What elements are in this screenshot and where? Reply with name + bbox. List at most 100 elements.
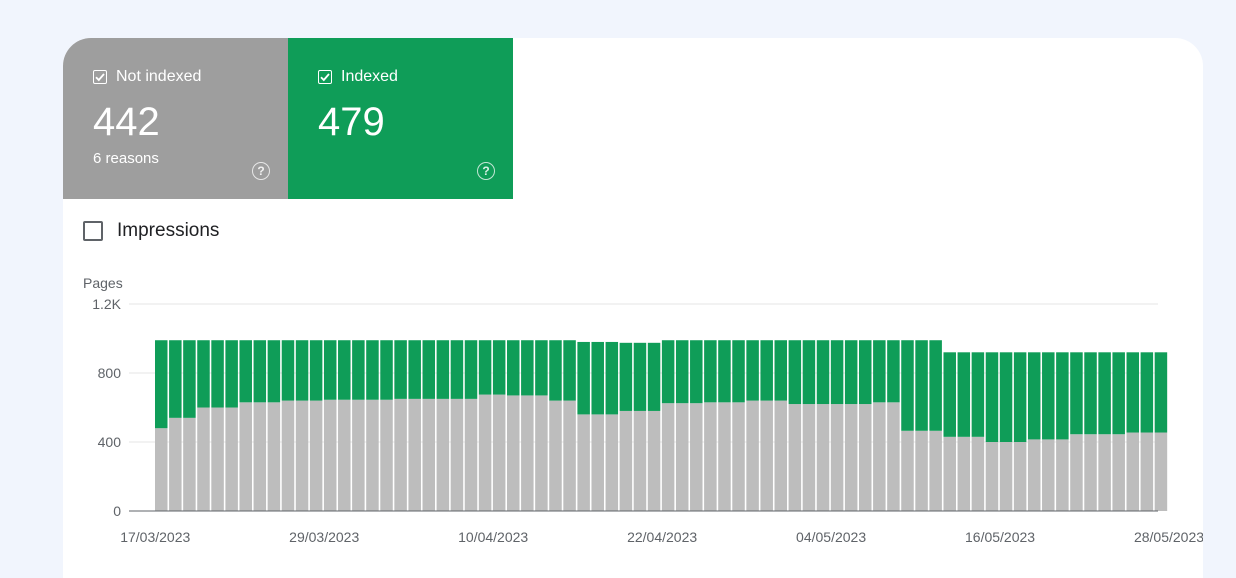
bar-indexed: [1126, 352, 1140, 433]
bar-not-indexed: [929, 430, 942, 511]
bar-not-indexed: [985, 442, 999, 511]
bar-indexed: [492, 340, 506, 395]
bar-indexed: [605, 341, 619, 415]
bar-not-indexed: [225, 407, 238, 511]
bar-not-indexed: [1112, 434, 1125, 511]
y-tick-label: 800: [98, 365, 122, 381]
bar-indexed: [591, 341, 604, 415]
bar-indexed: [943, 352, 956, 437]
bar-not-indexed: [647, 410, 661, 511]
pages-chart: Pages 0 400 800 1.2K 17/03/2023 29/03/2023 10/0…: [83, 275, 1203, 545]
bar-indexed: [253, 340, 267, 403]
bar-not-indexed: [605, 414, 619, 511]
bar-indexed: [1154, 352, 1168, 433]
bar-not-indexed: [816, 404, 830, 511]
bar-indexed: [1013, 352, 1027, 442]
bar-not-indexed: [1084, 434, 1097, 511]
bar-indexed: [338, 340, 351, 400]
bar-not-indexed: [436, 398, 450, 511]
bar-not-indexed: [1098, 434, 1111, 511]
bar-indexed: [816, 340, 830, 405]
bar-indexed: [169, 340, 182, 418]
bar-indexed: [873, 340, 886, 403]
bar-not-indexed: [1070, 434, 1083, 511]
bar-not-indexed: [732, 402, 745, 511]
bar-indexed: [1098, 352, 1111, 435]
bar-not-indexed: [422, 398, 436, 511]
bar-indexed: [704, 340, 717, 403]
bar-indexed: [887, 340, 900, 403]
bar-not-indexed: [169, 417, 182, 511]
bar-indexed: [380, 340, 393, 400]
bar-indexed: [788, 340, 802, 405]
bar-indexed: [675, 340, 689, 404]
bar-not-indexed: [661, 403, 675, 511]
bar-not-indexed: [718, 402, 731, 511]
bar-indexed: [239, 340, 252, 403]
bar-indexed: [225, 340, 238, 408]
y-tick-label: 0: [113, 503, 121, 519]
bar-indexed: [267, 340, 281, 403]
bar-indexed: [661, 340, 675, 404]
bar-not-indexed: [859, 404, 872, 511]
bar-indexed: [957, 352, 971, 437]
bar-not-indexed: [352, 399, 365, 511]
bar-indexed: [436, 340, 450, 399]
bar-not-indexed: [155, 428, 168, 511]
bar-indexed: [619, 342, 633, 411]
bar-not-indexed: [507, 395, 520, 511]
bar-indexed: [450, 340, 464, 399]
bar-not-indexed: [1056, 439, 1069, 511]
bar-not-indexed: [675, 403, 689, 511]
bar-indexed: [535, 340, 548, 396]
bar-not-indexed: [577, 414, 590, 511]
bar-not-indexed: [830, 404, 844, 511]
bar-indexed: [718, 340, 731, 403]
bar-indexed: [690, 340, 703, 404]
bar-indexed: [774, 340, 788, 401]
bar-indexed: [1084, 352, 1097, 435]
bar-not-indexed: [394, 398, 407, 511]
bar-not-indexed: [197, 407, 210, 511]
bar-indexed: [1056, 352, 1069, 440]
bar-indexed: [647, 342, 661, 411]
bar-not-indexed: [999, 442, 1013, 511]
bar-indexed: [985, 352, 999, 442]
bar-not-indexed: [774, 400, 788, 511]
bar-indexed: [760, 340, 773, 401]
bar-indexed: [507, 340, 520, 396]
bar-not-indexed: [1027, 439, 1041, 511]
bar-indexed: [1140, 352, 1154, 433]
bar-indexed: [183, 340, 196, 418]
bar-not-indexed: [281, 400, 295, 511]
bar-not-indexed: [1126, 432, 1140, 511]
bar-indexed: [155, 340, 168, 429]
bar-not-indexed: [450, 398, 464, 511]
coverage-card: Not indexed 442 6 reasons ? Indexed 479 …: [63, 38, 1203, 578]
bar-indexed: [1070, 352, 1083, 435]
bar-indexed: [802, 340, 816, 405]
bar-not-indexed: [1013, 442, 1027, 511]
bar-indexed: [915, 340, 928, 431]
bar-indexed: [1027, 352, 1041, 440]
y-axis-label: Pages: [83, 275, 123, 291]
bar-not-indexed: [1140, 432, 1154, 511]
bar-indexed: [478, 340, 492, 395]
bar-not-indexed: [760, 400, 773, 511]
bar-indexed: [323, 340, 337, 400]
bar-not-indexed: [704, 402, 717, 511]
bar-not-indexed: [1154, 432, 1168, 511]
bar-not-indexed: [338, 399, 351, 511]
bar-not-indexed: [267, 402, 281, 511]
bar-indexed: [971, 352, 985, 437]
bar-indexed: [211, 340, 224, 408]
bar-not-indexed: [253, 402, 267, 511]
bar-not-indexed: [844, 404, 858, 511]
bar-not-indexed: [873, 402, 886, 511]
bar-indexed: [366, 340, 379, 400]
bar-not-indexed: [887, 402, 900, 511]
bar-not-indexed: [380, 399, 393, 511]
bar-indexed: [309, 340, 323, 401]
y-tick-label: 1.2K: [92, 296, 121, 312]
x-tick-label: 29/03/2023: [289, 529, 359, 545]
